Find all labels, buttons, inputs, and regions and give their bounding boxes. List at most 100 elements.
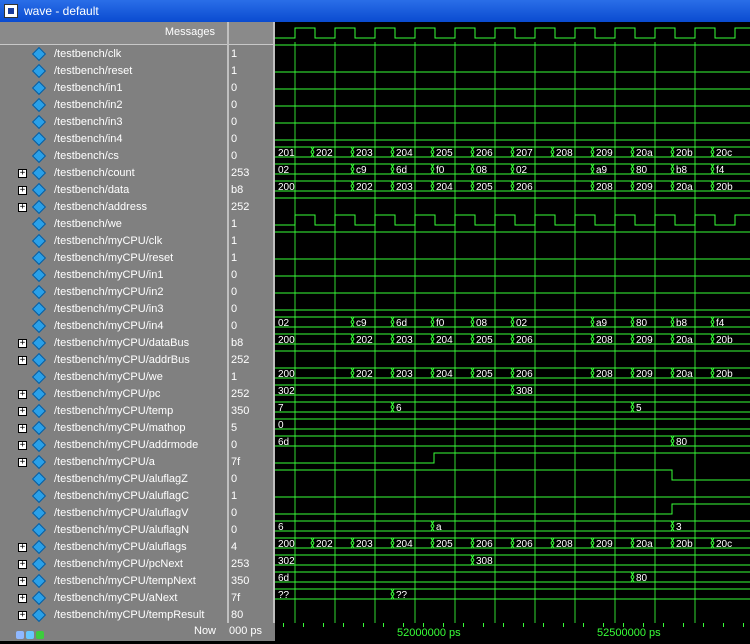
signal-name: /testbench/myCPU/tempResult: [54, 609, 205, 621]
toolbar-icons[interactable]: [16, 626, 46, 639]
wave-window-icon: [4, 4, 18, 18]
expand-icon[interactable]: +: [18, 169, 27, 178]
signal-row[interactable]: + /testbench/address: [0, 199, 227, 216]
waveform-canvas[interactable]: 201 202 203 204 205 206 207 208 209 20a 20b 20c 02 c9…: [275, 22, 750, 623]
bus-value-label: 205: [436, 148, 453, 159]
signal-row[interactable]: /testbench/in4: [0, 131, 227, 148]
expand-icon[interactable]: +: [18, 407, 27, 416]
time-tick: [443, 623, 444, 627]
signal-row[interactable]: + /testbench/count: [0, 165, 227, 182]
signal-row[interactable]: + /testbench/myCPU/a: [0, 454, 227, 471]
bus-value-label: 02: [278, 165, 290, 176]
signal-value-row: 0: [229, 97, 273, 114]
signal-row[interactable]: /testbench/myCPU/reset: [0, 250, 227, 267]
expand-icon[interactable]: +: [18, 441, 27, 450]
signal-value: 253: [231, 558, 250, 570]
signal-row[interactable]: /testbench/myCPU/in4: [0, 318, 227, 335]
signal-row[interactable]: /testbench/myCPU/clk: [0, 233, 227, 250]
signal-row[interactable]: + /testbench/myCPU/addrmode: [0, 437, 227, 454]
signal-row[interactable]: /testbench/myCPU/aluflagN: [0, 522, 227, 539]
signal-row[interactable]: /testbench/myCPU/we: [0, 369, 227, 386]
bus-value-label: 205: [476, 182, 493, 193]
signal-value: 350: [231, 575, 250, 587]
bus-transition: [710, 537, 715, 549]
signal-value: 253: [231, 167, 250, 179]
signal-row[interactable]: /testbench/reset: [0, 63, 227, 80]
bus-transition: [510, 316, 515, 328]
signal-row[interactable]: /testbench/in2: [0, 97, 227, 114]
expand-icon[interactable]: +: [18, 203, 27, 212]
expand-icon[interactable]: +: [18, 390, 27, 399]
signal-row[interactable]: /testbench/myCPU/aluflagV: [0, 505, 227, 522]
signal-row[interactable]: /testbench/clk: [0, 46, 227, 63]
signal-name: /testbench/myCPU/clk: [54, 235, 163, 247]
bus-value-label: 209: [636, 335, 653, 346]
bus-transition: [590, 163, 595, 175]
bus-value-label: 209: [596, 539, 613, 550]
expand-icon[interactable]: +: [18, 543, 27, 552]
signal-row[interactable]: + /testbench/myCPU/tempNext: [0, 573, 227, 590]
cursor-icon[interactable]: [26, 631, 34, 639]
bus-value-label: 200: [278, 335, 295, 346]
signal-name: /testbench/myCPU/in3: [54, 303, 164, 315]
signal-row[interactable]: + /testbench/myCPU/pc: [0, 386, 227, 403]
signal-row[interactable]: /testbench/myCPU/in1: [0, 267, 227, 284]
signal-row[interactable]: /testbench/myCPU/aluflagZ: [0, 471, 227, 488]
expand-icon[interactable]: +: [18, 339, 27, 348]
signal-row[interactable]: + /testbench/data: [0, 182, 227, 199]
bus-value-label: 20b: [676, 148, 693, 159]
signal-name: /testbench/myCPU/reset: [54, 252, 174, 264]
expand-icon[interactable]: +: [18, 186, 27, 195]
signal-icon: [31, 46, 47, 62]
signal-row[interactable]: + /testbench/myCPU/temp: [0, 403, 227, 420]
signal-icon: [31, 607, 47, 623]
signal-row[interactable]: + /testbench/myCPU/dataBus: [0, 335, 227, 352]
bus-value-label: 208: [596, 335, 613, 346]
bus-value-label: 208: [556, 148, 573, 159]
signal-row[interactable]: + /testbench/myCPU/pcNext: [0, 556, 227, 573]
bus-value-label: 308: [476, 556, 493, 567]
zoom-icon[interactable]: [16, 631, 24, 639]
signal-row[interactable]: + /testbench/myCPU/aluflags: [0, 539, 227, 556]
title-bar[interactable]: wave - default: [0, 0, 750, 22]
expand-icon[interactable]: +: [18, 577, 27, 586]
signal-row[interactable]: + /testbench/myCPU/tempResult: [0, 607, 227, 624]
bus-transition: [670, 435, 675, 447]
signal-row[interactable]: /testbench/in3: [0, 114, 227, 131]
bus-transition: [390, 146, 395, 158]
bus-value-label: 20c: [716, 539, 732, 550]
signal-icon: [31, 63, 47, 79]
signal-icon: [31, 573, 47, 589]
signal-value: 1: [231, 490, 238, 502]
now-value: 000 ps: [229, 625, 263, 637]
signal-name: /testbench/in4: [54, 133, 123, 145]
expand-icon[interactable]: +: [18, 424, 27, 433]
expand-icon[interactable]: +: [18, 458, 27, 467]
bus-transition: [470, 333, 475, 345]
bus-value-label: 206: [516, 335, 533, 346]
signal-row[interactable]: + /testbench/myCPU/addrBus: [0, 352, 227, 369]
add-cursor-icon[interactable]: [36, 631, 44, 639]
expand-icon[interactable]: +: [18, 356, 27, 365]
signal-row[interactable]: /testbench/myCPU/aluflagC: [0, 488, 227, 505]
expand-icon[interactable]: +: [18, 611, 27, 620]
signal-value-row: 5: [229, 420, 273, 437]
bus-value-label: 08: [476, 165, 488, 176]
waveform-pane[interactable]: 201 202 203 204 205 206 207 208 209 20a 20b 20c 02 c9…: [275, 22, 750, 623]
bus-transition: [430, 537, 435, 549]
bus-transition: [590, 367, 595, 379]
signal-row[interactable]: + /testbench/myCPU/mathop: [0, 420, 227, 437]
signal-row[interactable]: + /testbench/myCPU/aNext: [0, 590, 227, 607]
signal-row[interactable]: /testbench/cs: [0, 148, 227, 165]
signal-row[interactable]: /testbench/myCPU/in2: [0, 284, 227, 301]
signal-value-row: 253: [229, 165, 273, 182]
expand-icon[interactable]: +: [18, 594, 27, 603]
signal-row[interactable]: /testbench/in1: [0, 80, 227, 97]
signal-row[interactable]: /testbench/we: [0, 216, 227, 233]
bus-value-label: 6d: [278, 437, 289, 448]
signal-row[interactable]: /testbench/myCPU/in3: [0, 301, 227, 318]
bus-transition: [310, 537, 315, 549]
signal-icon: [31, 301, 47, 317]
signal-value-row: 0: [229, 114, 273, 131]
expand-icon[interactable]: +: [18, 560, 27, 569]
